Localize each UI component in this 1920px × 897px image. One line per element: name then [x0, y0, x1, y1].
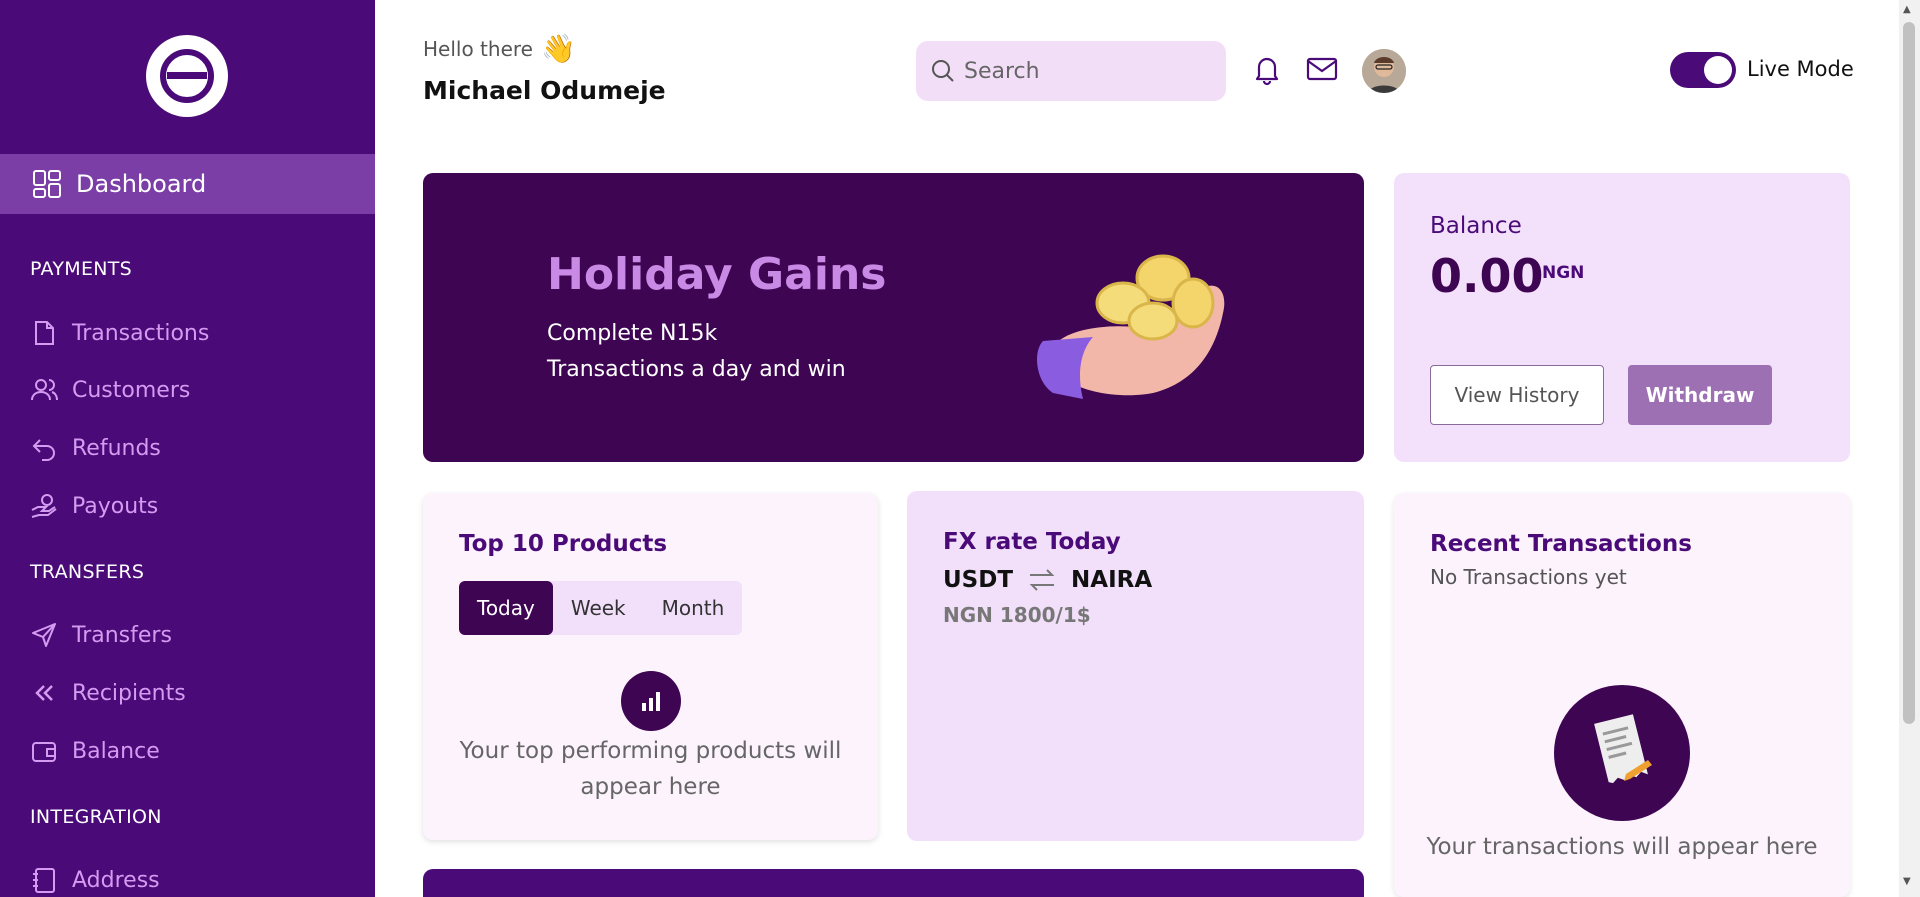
fx-rate-card: FX rate Today USDT NAIRA NGN 1800/1$	[907, 491, 1364, 841]
tab-month[interactable]: Month	[644, 581, 743, 635]
hand-coin-icon	[31, 494, 57, 518]
recent-transactions-card: Recent Transactions No Transactions yet …	[1394, 493, 1850, 897]
section-heading-transfers: TRANSFERS	[30, 561, 145, 583]
send-icon	[32, 623, 56, 647]
sidebar-item-label: Address	[72, 867, 160, 893]
scroll-up-icon[interactable]: ▲	[1903, 4, 1911, 15]
greeting-text: Hello there	[423, 36, 533, 61]
withdraw-button[interactable]: Withdraw	[1628, 365, 1772, 425]
tab-week[interactable]: Week	[553, 581, 644, 635]
sidebar-item-label: Dashboard	[76, 170, 207, 198]
avatar[interactable]	[1362, 49, 1406, 93]
tab-today[interactable]: Today	[459, 581, 553, 635]
wave-emoji: 👋	[540, 32, 576, 65]
fx-to: NAIRA	[1071, 567, 1153, 593]
sidebar: Dashboard PAYMENTS Transactions Customer…	[0, 0, 375, 897]
swap-icon	[1029, 569, 1055, 591]
sidebar-item-label: Balance	[72, 738, 160, 764]
top-products-empty-line-2: appear here	[580, 774, 721, 800]
avatar-image	[1362, 49, 1406, 93]
sidebar-item-recipients[interactable]: Recipients	[30, 675, 186, 711]
bell-icon[interactable]	[1250, 52, 1284, 86]
live-mode-label: Live Mode	[1747, 57, 1854, 81]
sidebar-item-dashboard[interactable]: Dashboard	[0, 154, 375, 214]
section-heading-payments: PAYMENTS	[30, 258, 133, 280]
recent-transactions-heading: Recent Transactions	[1430, 531, 1692, 557]
sidebar-item-label: Transactions	[72, 320, 210, 346]
recent-transactions-subtitle: No Transactions yet	[1430, 565, 1627, 589]
chevrons-left-icon	[35, 685, 53, 701]
balance-card: Balance 0.00 NGN View History Withdraw	[1394, 173, 1850, 462]
balance-currency: NGN	[1542, 263, 1585, 283]
search-box[interactable]	[916, 41, 1226, 101]
section-heading-integration: INTEGRATION	[30, 806, 162, 828]
sidebar-item-label: Payouts	[72, 493, 159, 519]
users-icon	[31, 379, 58, 401]
sidebar-item-label: Transfers	[72, 622, 172, 648]
view-history-button[interactable]: View History	[1430, 365, 1604, 425]
banner-line-1: Complete N15k	[547, 321, 718, 346]
recent-transactions-empty: Your transactions will appear here	[1426, 834, 1818, 860]
fx-heading: FX rate Today	[943, 529, 1121, 555]
sidebar-item-address[interactable]: Address	[30, 862, 160, 897]
sidebar-item-label: Recipients	[72, 680, 186, 706]
document-icon	[35, 321, 54, 345]
fx-pair: USDT NAIRA	[943, 567, 1152, 593]
banner-line-2: Transactions a day and win	[547, 357, 846, 382]
sidebar-item-transactions[interactable]: Transactions	[30, 315, 209, 351]
balance-heading: Balance	[1430, 213, 1522, 239]
scroll-down-icon[interactable]: ▼	[1903, 876, 1911, 887]
sidebar-item-balance[interactable]: Balance	[30, 733, 160, 769]
live-mode-toggle[interactable]	[1670, 52, 1736, 88]
address-book-icon	[33, 868, 55, 893]
promo-banner: Holiday Gains Complete N15k Transactions…	[423, 173, 1364, 462]
fx-from: USDT	[943, 567, 1014, 593]
wallet-icon	[32, 742, 56, 762]
search-icon	[932, 60, 954, 82]
logo-icon	[160, 49, 214, 103]
sidebar-item-label: Customers	[72, 377, 191, 403]
hand-coins-illustration	[1037, 254, 1225, 399]
toggle-knob	[1704, 56, 1732, 84]
fx-rate-value: NGN 1800/1$	[943, 603, 1091, 627]
sidebar-item-label: Refunds	[72, 435, 161, 461]
top-products-card: Top 10 Products Today Week Month Your to…	[423, 493, 878, 840]
bottom-card-partial	[423, 869, 1364, 897]
sidebar-item-payouts[interactable]: Payouts	[30, 488, 158, 524]
top-products-heading: Top 10 Products	[459, 531, 668, 557]
bar-chart-icon	[642, 692, 660, 711]
period-tabs: Today Week Month	[459, 581, 743, 635]
receipt-badge	[1554, 685, 1690, 821]
top-products-empty-line-1: Your top performing products will	[459, 738, 842, 764]
undo-icon	[32, 439, 55, 461]
sidebar-item-transfers[interactable]: Transfers	[30, 617, 172, 653]
grid-icon	[33, 170, 61, 198]
sidebar-item-customers[interactable]: Customers	[30, 372, 190, 408]
receipt-illustration	[1594, 714, 1652, 784]
balance-amount: 0.00	[1430, 249, 1544, 303]
banner-title: Holiday Gains	[547, 249, 887, 300]
search-input[interactable]	[964, 58, 1214, 84]
user-name: Michael Odumeje	[423, 76, 666, 105]
bar-chart-badge	[621, 671, 681, 731]
greeting: Hello there 👋	[423, 32, 576, 65]
brand-logo[interactable]	[146, 35, 228, 117]
scrollbar-thumb[interactable]	[1903, 22, 1915, 724]
mail-icon[interactable]	[1305, 52, 1339, 86]
sidebar-item-refunds[interactable]: Refunds	[30, 430, 161, 466]
